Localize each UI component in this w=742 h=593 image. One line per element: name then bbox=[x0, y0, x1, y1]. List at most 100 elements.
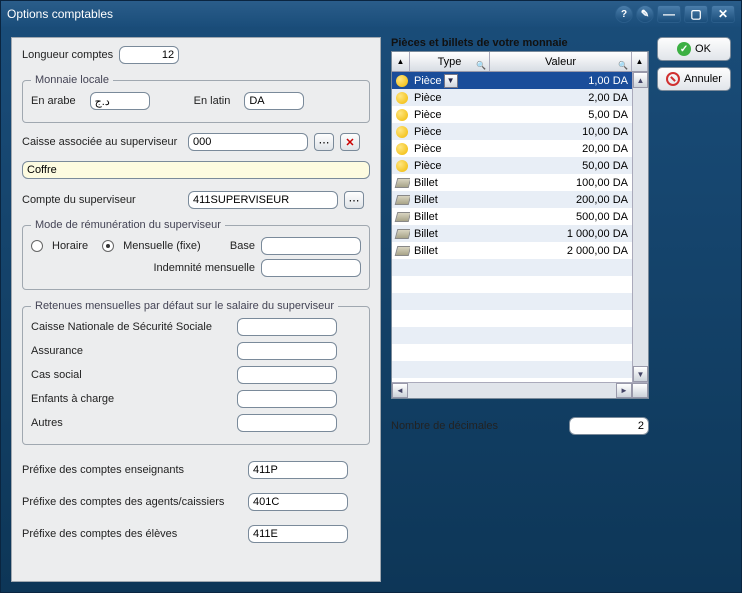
cas-input[interactable] bbox=[237, 366, 337, 384]
table-row[interactable]: Pièce5,00 DA bbox=[392, 106, 632, 123]
base-input[interactable] bbox=[261, 237, 361, 255]
cell-type: Pièce bbox=[410, 126, 490, 138]
mensuelle-radio[interactable] bbox=[102, 240, 114, 252]
scroll-up-icon[interactable]: ▲ bbox=[633, 72, 648, 88]
table-row[interactable]: Pièce10,00 DA bbox=[392, 123, 632, 140]
check-icon: ✓ bbox=[677, 42, 691, 56]
bill-icon bbox=[395, 246, 410, 256]
table-row-empty bbox=[392, 310, 632, 327]
cell-valeur: 50,00 DA bbox=[490, 160, 632, 172]
caisse-clear-button[interactable]: ✕ bbox=[340, 133, 360, 151]
decimales-label: Nombre de décimales bbox=[391, 420, 563, 432]
scroll-right-icon[interactable]: ► bbox=[616, 383, 632, 398]
table-row-empty bbox=[392, 276, 632, 293]
autres-input[interactable] bbox=[237, 414, 337, 432]
retenues-group: Retenues mensuelles par défaut sur le sa… bbox=[22, 300, 370, 445]
indemnite-input[interactable] bbox=[261, 259, 361, 277]
dropdown-icon[interactable]: ▼ bbox=[444, 74, 458, 88]
mensuelle-label: Mensuelle (fixe) bbox=[123, 240, 201, 252]
dialog-window: Options comptables ? ✎ — ▢ ✕ Longueur co… bbox=[0, 0, 742, 593]
table-row-empty bbox=[392, 344, 632, 361]
latin-input[interactable] bbox=[244, 92, 304, 110]
indemnite-label: Indemnité mensuelle bbox=[153, 262, 255, 274]
compte-sup-browse-button[interactable]: ⋯ bbox=[344, 191, 364, 209]
table-row[interactable]: Pièce20,00 DA bbox=[392, 140, 632, 157]
cell-type: Billet bbox=[410, 177, 490, 189]
arabe-input[interactable] bbox=[90, 92, 150, 110]
retenues-legend: Retenues mensuelles par défaut sur le sa… bbox=[31, 300, 338, 312]
content: Longueur comptes Monnaie locale En arabe… bbox=[1, 27, 741, 592]
bill-icon bbox=[395, 212, 410, 222]
currency-table-title: Pièces et billets de votre monnaie bbox=[391, 37, 649, 49]
enfants-label: Enfants à charge bbox=[31, 393, 231, 405]
assurance-input[interactable] bbox=[237, 342, 337, 360]
table-row[interactable]: Billet100,00 DA bbox=[392, 174, 632, 191]
table-row[interactable]: Pièce2,00 DA bbox=[392, 89, 632, 106]
close-button[interactable]: ✕ bbox=[711, 5, 735, 23]
caisse-input[interactable] bbox=[188, 133, 308, 151]
compte-sup-input[interactable] bbox=[188, 191, 338, 209]
table-row-empty bbox=[392, 361, 632, 378]
table-row[interactable]: Billet500,00 DA bbox=[392, 208, 632, 225]
longueur-comptes-label: Longueur comptes bbox=[22, 49, 113, 61]
vertical-scrollbar[interactable]: ▲ ▼ bbox=[632, 72, 648, 382]
col-valeur[interactable]: Valeur🔍 bbox=[490, 52, 632, 71]
cell-valeur: 200,00 DA bbox=[490, 194, 632, 206]
cnss-input[interactable] bbox=[237, 318, 337, 336]
cell-type: Billet bbox=[410, 245, 490, 257]
decimales-input[interactable] bbox=[569, 417, 649, 435]
prefix-ens-input[interactable] bbox=[248, 461, 348, 479]
scroll-left-icon[interactable]: ◄ bbox=[392, 383, 408, 398]
cell-valeur: 10,00 DA bbox=[490, 126, 632, 138]
cell-type: Pièce▼ bbox=[410, 74, 490, 88]
window-title: Options comptables bbox=[7, 7, 612, 21]
prefix-agent-label: Préfixe des comptes des agents/caissiers bbox=[22, 496, 242, 508]
table-row[interactable]: Billet1 000,00 DA bbox=[392, 225, 632, 242]
titlebar: Options comptables ? ✎ — ▢ ✕ bbox=[1, 1, 741, 27]
bill-icon bbox=[395, 229, 410, 239]
horaire-radio[interactable] bbox=[31, 240, 43, 252]
mode-legend: Mode de rémunération du superviseur bbox=[31, 219, 225, 231]
coin-icon bbox=[396, 75, 408, 87]
col-type[interactable]: Type🔍 bbox=[410, 52, 490, 71]
caisse-browse-button[interactable]: ⋯ bbox=[314, 133, 334, 151]
prefix-eleve-input[interactable] bbox=[248, 525, 348, 543]
monnaie-locale-group: Monnaie locale En arabe En latin bbox=[22, 74, 370, 123]
coin-icon bbox=[396, 92, 408, 104]
horaire-label: Horaire bbox=[52, 240, 88, 252]
table-row-empty bbox=[392, 293, 632, 310]
cell-type: Pièce bbox=[410, 160, 490, 172]
table-row[interactable]: Billet2 000,00 DA bbox=[392, 242, 632, 259]
monnaie-legend: Monnaie locale bbox=[31, 74, 113, 86]
help-button[interactable]: ? bbox=[615, 5, 633, 23]
table-row[interactable]: Pièce▼1,00 DA bbox=[392, 72, 632, 89]
cell-type: Pièce bbox=[410, 109, 490, 121]
coin-icon bbox=[396, 126, 408, 138]
coin-icon bbox=[396, 143, 408, 155]
table-row[interactable]: Pièce50,00 DA bbox=[392, 157, 632, 174]
maximize-button[interactable]: ▢ bbox=[684, 5, 708, 23]
cell-type: Billet bbox=[410, 211, 490, 223]
longueur-comptes-input[interactable] bbox=[119, 46, 179, 64]
horizontal-scrollbar[interactable]: ◄ ► bbox=[392, 382, 648, 398]
ok-button[interactable]: ✓ OK bbox=[657, 37, 731, 61]
cas-label: Cas social bbox=[31, 369, 231, 381]
cell-valeur: 5,00 DA bbox=[490, 109, 632, 121]
scroll-down-icon[interactable]: ▼ bbox=[633, 366, 648, 382]
prefix-agent-input[interactable] bbox=[248, 493, 348, 511]
coin-icon bbox=[396, 160, 408, 172]
cancel-button[interactable]: Annuler bbox=[657, 67, 731, 91]
cell-valeur: 100,00 DA bbox=[490, 177, 632, 189]
table-body: Pièce▼1,00 DAPièce2,00 DAPièce5,00 DAPiè… bbox=[392, 72, 632, 378]
cancel-icon bbox=[666, 72, 680, 86]
table-row[interactable]: Billet200,00 DA bbox=[392, 191, 632, 208]
table-row-empty bbox=[392, 327, 632, 344]
enfants-input[interactable] bbox=[237, 390, 337, 408]
search-icon: 🔍 bbox=[476, 61, 486, 70]
cell-type: Billet bbox=[410, 194, 490, 206]
minimize-button[interactable]: — bbox=[657, 5, 681, 23]
tool-button[interactable]: ✎ bbox=[636, 5, 654, 23]
prefix-ens-label: Préfixe des comptes enseignants bbox=[22, 464, 242, 476]
cell-type: Pièce bbox=[410, 92, 490, 104]
assurance-label: Assurance bbox=[31, 345, 231, 357]
